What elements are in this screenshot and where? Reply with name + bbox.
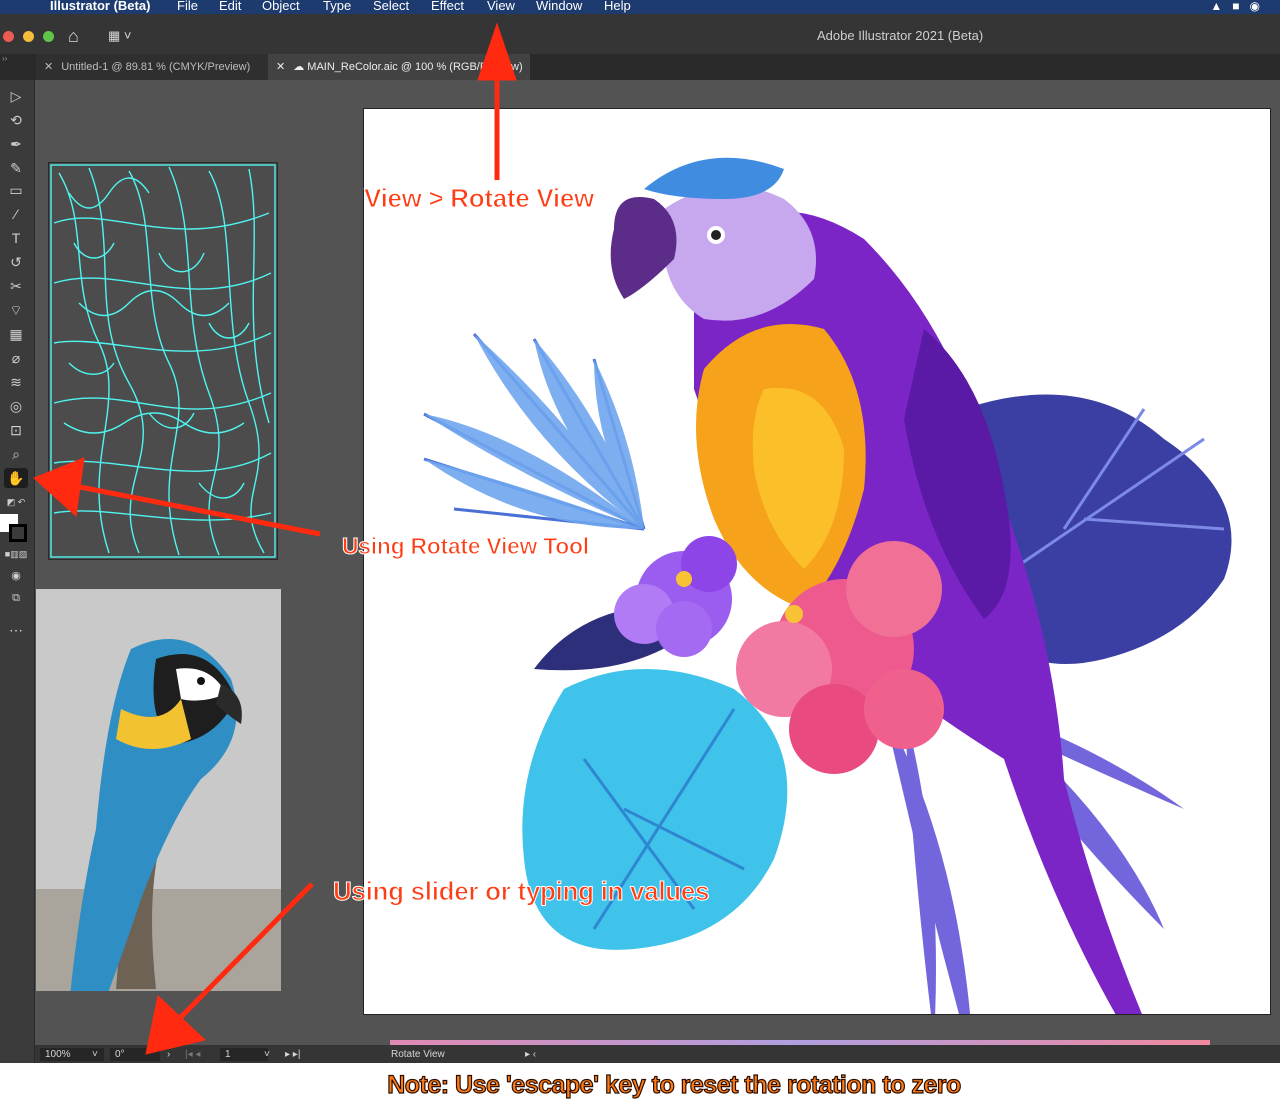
status-icons: ▲■◉ [1210,0,1270,13]
pen-tool-icon[interactable]: ✒ [4,134,28,154]
annotation-rotate-tool: Using Rotate View Tool [342,533,590,560]
lasso-tool-icon[interactable]: ⟲ [4,110,28,130]
zoom-window-button[interactable] [43,31,54,42]
type-tool-icon[interactable]: T [4,228,28,248]
rotate-tool-icon[interactable]: ↺ [4,252,28,272]
scissors-tool-icon[interactable]: ✂ [4,276,28,296]
home-icon[interactable]: ⌂ [68,26,79,47]
tab-label: MAIN_ReColor.aic @ 100 % (RGB/Preview) [307,61,523,73]
menu-file[interactable]: File [177,0,198,13]
close-window-button[interactable] [3,31,14,42]
eyedropper-tool-icon[interactable]: ⌀ [4,348,28,368]
artboard-dropdown-icon[interactable]: ˅ [264,1048,270,1061]
annotation-view-menu: View > Rotate View [364,183,595,214]
menu-bar: Illustrator (Beta) File Edit Object Type… [0,0,1280,14]
menu-help[interactable]: Help [604,0,631,13]
rotation-field[interactable]: 0° [110,1048,160,1061]
swap-fill-stroke-icon[interactable]: ◩ ↶ [4,492,28,512]
symbol-sprayer-tool-icon[interactable]: ◎ [4,396,28,416]
rotation-dropdown-icon[interactable]: › [167,1048,170,1061]
paintbrush-tool-icon[interactable]: ⁄ [4,204,28,224]
close-tab-icon[interactable]: ✕ [276,61,285,73]
cloud-icon: ☁ [293,61,308,73]
selection-tool-icon[interactable]: ▷ [4,86,28,106]
first-artboard-icon[interactable]: |◂ ◂ [185,1048,200,1061]
mesh-tool-icon[interactable]: ▦ [4,324,28,344]
more-tools-icon[interactable]: ⋯ [4,620,28,640]
color-mode-icon[interactable]: ■▥▨ [4,544,28,564]
zoom-tool-icon[interactable]: ⌕ [4,444,28,464]
rectangle-tool-icon[interactable]: ▭ [4,180,28,200]
warp-tool-icon[interactable]: ⌔ [4,300,28,320]
workspace-switcher-icon[interactable]: ▦ ˅ [108,28,132,44]
parrot-photo-graphic [36,589,281,991]
purple-flower [614,536,737,657]
panel-collapse-icon[interactable]: ›› [0,54,36,64]
menu-type[interactable]: Type [323,0,351,13]
menu-select[interactable]: Select [373,0,409,13]
tab-untitled[interactable]: ✕ Untitled-1 @ 89.81 % (CMYK/Preview) [36,54,282,80]
document-tabs: ✕ Untitled-1 @ 89.81 % (CMYK/Preview) ✕ ☁ … [0,54,1280,80]
cyan-outline-artwork[interactable] [48,162,278,560]
menu-effect[interactable]: Effect [431,0,464,13]
tab-label: Untitled-1 @ 89.81 % (CMYK/Preview) [61,61,251,73]
status-bar: 100% ˅ 0° › |◂ ◂ 1 ˅ ▸ ▸| Rotate View ▸ … [35,1045,1280,1063]
artboard-tool-icon[interactable]: ⊡ [4,420,28,440]
menu-view[interactable]: View [487,0,515,13]
blend-tool-icon[interactable]: ≋ [4,372,28,392]
menu-window[interactable]: Window [536,0,582,13]
window-title: Adobe Illustrator 2021 (Beta) [817,28,984,43]
menu-object[interactable]: Object [262,0,300,13]
menu-edit[interactable]: Edit [219,0,241,13]
title-bar: ⌂ ▦ ˅ Adobe Illustrator 2021 (Beta) [0,14,1280,54]
rotate-view-tool-icon[interactable]: ✋ [4,468,28,488]
stroke-swatch[interactable] [9,524,27,542]
parrot-photo[interactable] [36,589,281,991]
tab-main-recolor[interactable]: ✕ ☁ MAIN_ReColor.aic @ 100 % (RGB/Preview… [268,54,530,80]
artboard-number-field[interactable]: 1 [220,1048,268,1061]
minimize-window-button[interactable] [23,31,34,42]
annotation-slider: Using slider or typing in values [332,876,710,907]
escape-note: Note: Use 'escape' key to reset the rota… [387,1070,962,1099]
zoom-dropdown-icon[interactable]: ˅ [92,1048,98,1061]
next-artboard-icon[interactable]: ▸ ▸| [285,1048,300,1061]
close-tab-icon[interactable]: ✕ [44,61,53,73]
curvature-tool-icon[interactable]: ✎ [4,158,28,178]
cyan-trace-graphic [50,164,276,558]
current-tool-label: Rotate View [391,1049,445,1060]
app-menu[interactable]: Illustrator (Beta) [50,0,150,13]
draw-mode-icon[interactable]: ◉ [4,566,28,586]
status-menu-icon[interactable]: ▸ ‹ [525,1048,536,1061]
screen-mode-icon[interactable]: ⧉ [4,588,28,608]
tools-panel: ▷ ⟲ ✒ ✎ ▭ ⁄ T ↺ ✂ ⌔ ▦ ⌀ ≋ ◎ ⊡ ⌕ ✋ ◩ ↶ ■▥… [0,80,35,1063]
